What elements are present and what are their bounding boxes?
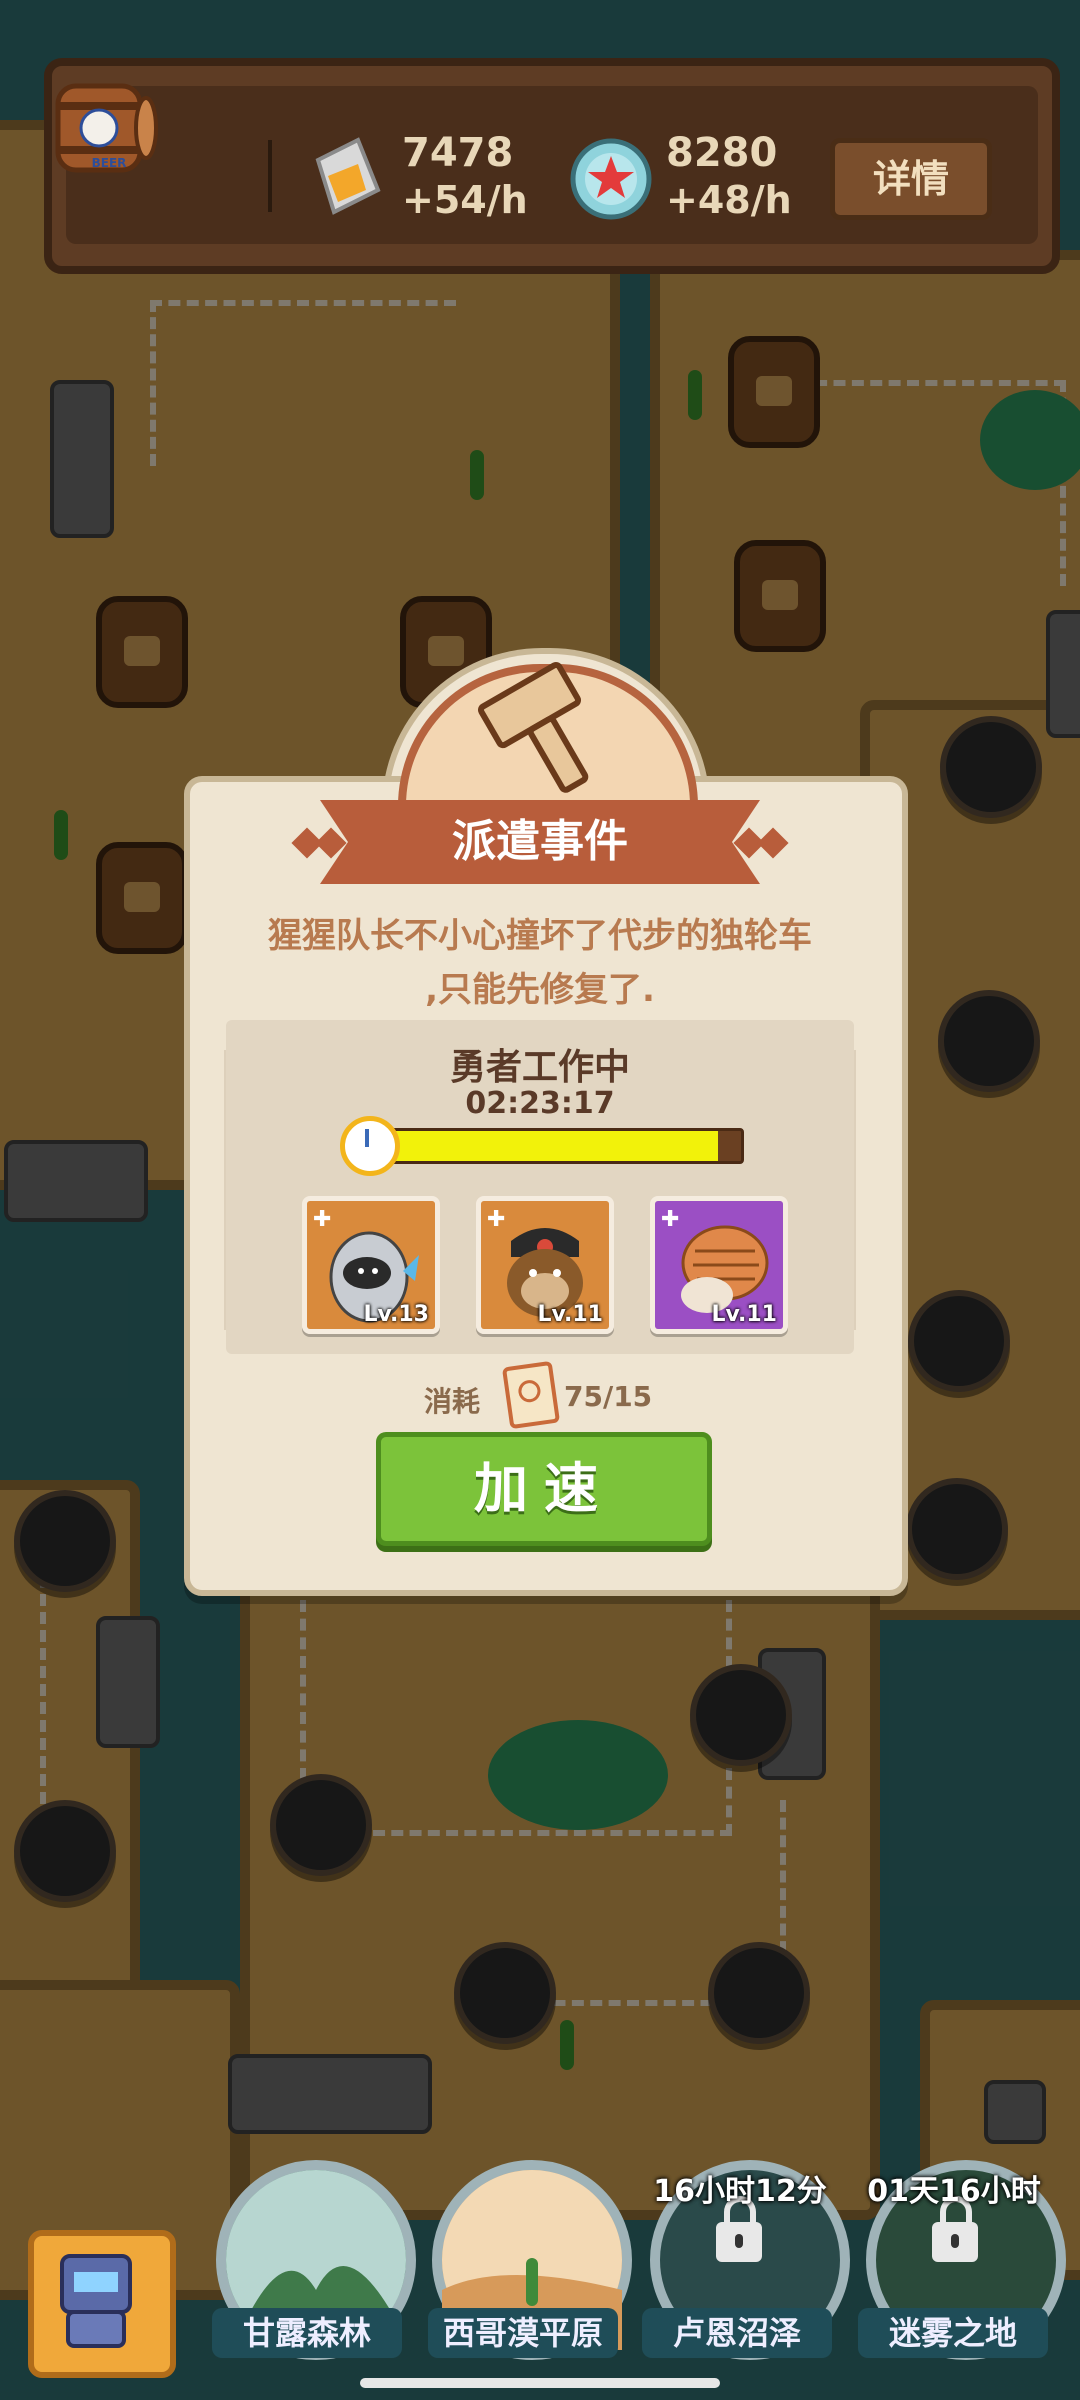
work-status: 勇者工作中 — [449, 1047, 630, 1088]
work-timer: 02:23:17 — [465, 1086, 615, 1121]
work-progress-fill — [363, 1131, 719, 1161]
bottle-cap-icon — [570, 138, 652, 220]
barrel-label: BEER — [91, 156, 127, 170]
resource1-rate: +54/h — [402, 178, 528, 222]
hero-level: Lv.13 — [363, 1302, 429, 1327]
lock-icon — [932, 2196, 978, 2262]
home-indicator[interactable] — [360, 2378, 720, 2388]
cost-label: 消耗 — [424, 1385, 481, 1418]
lock-icon — [716, 2196, 762, 2262]
ticket-clock-mark — [517, 1378, 542, 1404]
region-unlock-timer: 01天16小时 — [867, 2174, 1041, 2209]
hero-plus-icon: ✚ — [313, 1207, 332, 1232]
resource1-value: 7478 — [402, 130, 514, 176]
resource2-rate: +48/h — [666, 178, 792, 222]
region-label: 卢恩沼泽 — [642, 2308, 832, 2358]
hero-card-3[interactable]: ✚ Lv.11 — [650, 1196, 788, 1334]
hero-level: Lv.11 — [537, 1302, 603, 1327]
region-label: 西哥漠平原 — [428, 2308, 618, 2358]
event-description-line1: 猩猩队长不小心撞坏了代步的独轮车 — [268, 916, 812, 956]
hero-level: Lv.11 — [711, 1302, 777, 1327]
work-progress-bar — [360, 1128, 744, 1164]
hero-plus-icon: ✚ — [661, 1207, 680, 1232]
clock-hand — [365, 1129, 369, 1147]
ticket-icon — [501, 1360, 561, 1430]
hero-plus-icon: ✚ — [487, 1207, 506, 1232]
region-label: 甘露森林 — [212, 2308, 402, 2358]
region-label: 迷雾之地 — [858, 2308, 1048, 2358]
robot-avatar-icon — [60, 2254, 132, 2348]
resource2-value: 8280 — [666, 130, 778, 176]
hero-card-1[interactable]: ✚ Lv.13 — [302, 1196, 440, 1334]
cost-value: 75/15 — [564, 1380, 653, 1413]
clock-icon — [340, 1116, 400, 1176]
character-menu-button[interactable] — [28, 2230, 176, 2378]
hammer-icon — [477, 661, 589, 793]
hero-card-2[interactable]: ✚ Lv.11 — [476, 1196, 614, 1334]
topbar-divider — [268, 140, 272, 212]
event-description-line2: ,只能先修复了. — [425, 970, 655, 1010]
detail-button[interactable]: 详情 — [830, 138, 992, 220]
speed-up-button[interactable]: 加速 — [376, 1432, 712, 1546]
dialog-title: 派遣事件 — [348, 800, 732, 884]
honey-bag-icon — [315, 137, 381, 215]
region-unlock-timer: 16小时12分 — [653, 2174, 827, 2209]
